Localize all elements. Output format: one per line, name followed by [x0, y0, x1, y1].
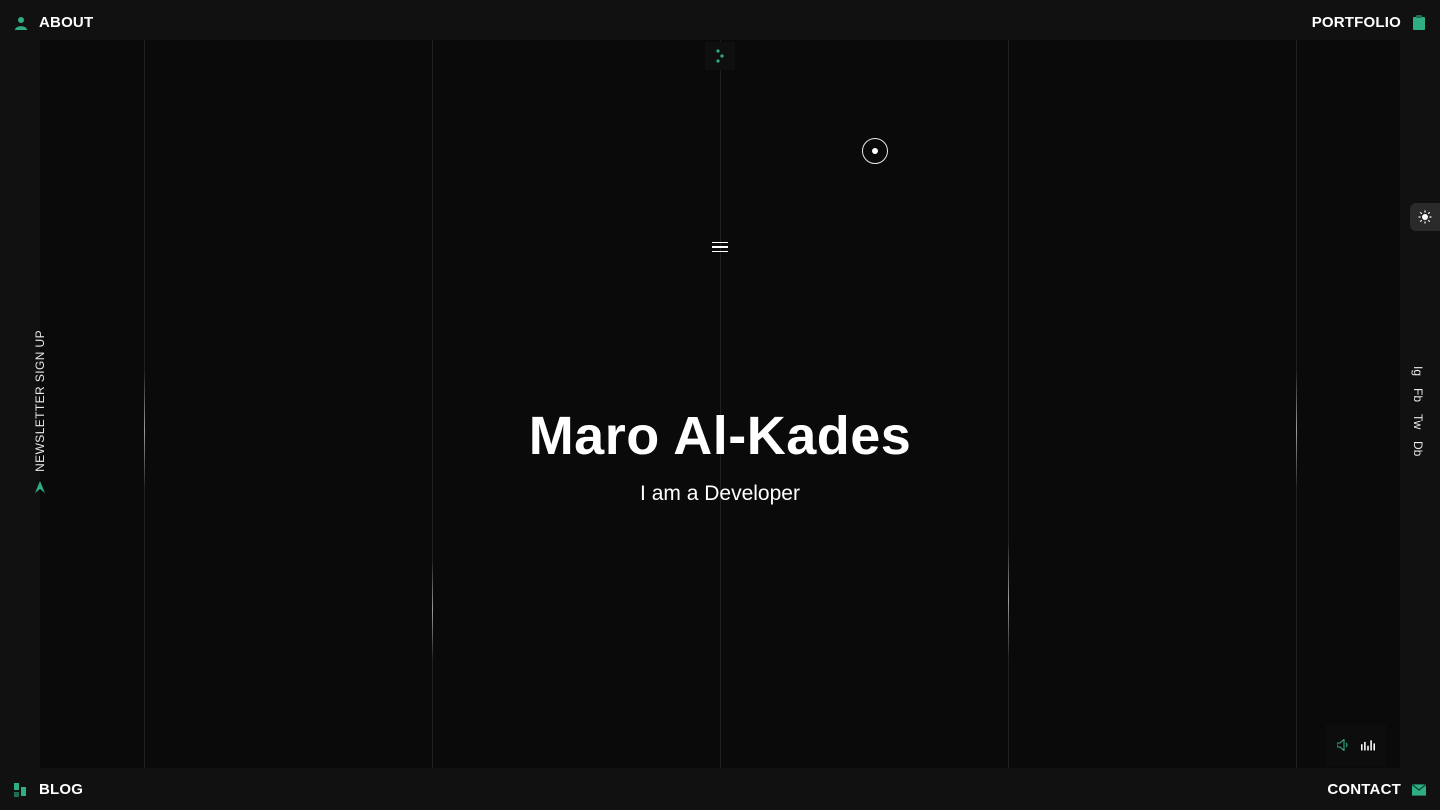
bottom-frame [0, 768, 1440, 810]
loader-dots-icon [705, 42, 735, 70]
send-arrow-icon [33, 480, 47, 494]
social-link-twitter[interactable]: Tw [1411, 414, 1425, 429]
contact-link[interactable]: CONTACT [1327, 781, 1426, 798]
grid-line [144, 40, 145, 768]
user-icon [14, 16, 28, 30]
social-links: Ig Fb Tw Db [1408, 366, 1428, 457]
speaker-icon[interactable] [1337, 738, 1351, 752]
grid-line [1296, 40, 1297, 768]
contact-label: CONTACT [1327, 781, 1401, 798]
blog-link[interactable]: BLOG [14, 781, 83, 798]
hero-name: Maro Al-Kades [528, 406, 912, 466]
social-link-instagram[interactable]: Ig [1411, 366, 1425, 376]
mail-icon [1412, 783, 1426, 797]
hero-role: I am a Developer [640, 482, 800, 505]
social-link-facebook[interactable]: Fb [1411, 388, 1425, 402]
newsletter-signup[interactable]: NEWSLETTER SIGN UP [26, 330, 54, 495]
hamburger-menu-button[interactable] [709, 238, 731, 256]
clipboard-icon [1412, 15, 1426, 30]
blog-label: BLOG [39, 781, 84, 798]
audio-controls [1326, 724, 1386, 766]
about-label: ABOUT [39, 14, 94, 31]
sun-icon [1418, 210, 1432, 224]
custom-cursor [862, 138, 888, 164]
equalizer-icon[interactable] [1361, 738, 1375, 752]
top-frame [0, 0, 1440, 40]
portfolio-label: PORTFOLIO [1311, 14, 1401, 31]
hamburger-icon [712, 241, 728, 244]
theme-toggle-button[interactable] [1410, 203, 1440, 231]
hero: Maro Al-Kades I am a Developer [370, 400, 1070, 506]
about-link[interactable]: ABOUT [14, 14, 93, 31]
social-link-dribbble[interactable]: Db [1411, 441, 1425, 456]
portfolio-link[interactable]: PORTFOLIO [1312, 14, 1426, 31]
newsletter-label: NEWSLETTER SIGN UP [33, 330, 47, 472]
grid-icon [14, 782, 28, 797]
